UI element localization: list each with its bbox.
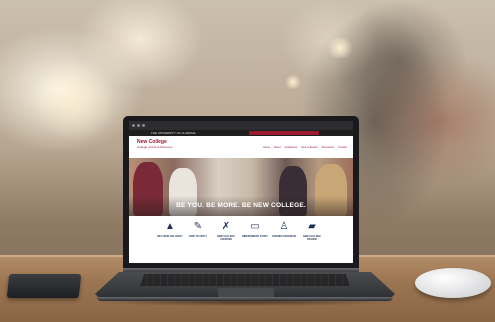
window-control-icon[interactable] — [132, 124, 135, 127]
nav-item[interactable]: Resources — [322, 146, 334, 149]
quick-link-label: NEW COLLEGE COURSES — [217, 235, 235, 241]
quick-link-label: NEW COLLEGE REVIEW — [303, 235, 321, 241]
window-control-icon[interactable] — [137, 124, 140, 127]
site-header: New College College of Arts & Sciences H… — [129, 136, 353, 158]
ceiling-light — [284, 75, 302, 89]
main-nav: Home About Academics New & Events Resour… — [263, 146, 347, 149]
hero-tagline: BE YOU. BE MORE. BE NEW COLLEGE. — [176, 202, 306, 209]
search-field[interactable] — [249, 131, 319, 135]
laptop-touchpad — [218, 288, 274, 297]
quick-link-apply[interactable]: ✎ HOW TO APPLY — [185, 221, 211, 238]
quick-link-label: HOW TO APPLY — [188, 235, 208, 238]
nav-item[interactable]: Academics — [285, 146, 298, 149]
nav-item[interactable]: New & Events — [301, 146, 317, 149]
quick-link-label: WHY NEW COLLEGE? — [157, 235, 183, 238]
nav-item[interactable]: Home — [263, 146, 270, 149]
quick-link-label: SCIENCE PROGRAM — [272, 235, 296, 238]
laptop-hinge — [123, 268, 359, 272]
laptop-keyboard — [140, 274, 350, 286]
quick-link-study[interactable]: ▭ INDEPENDENT STUDY — [242, 221, 268, 238]
laptop-base-edge — [97, 297, 393, 301]
nav-item[interactable]: About — [274, 146, 281, 149]
figure-icon: ✗ — [221, 221, 231, 232]
monitor-icon: ▭ — [250, 221, 260, 232]
window-control-icon[interactable] — [142, 124, 145, 127]
laptop-screen: THE UNIVERSITY OF ALABAMA New College Co… — [123, 116, 359, 268]
quick-link-why[interactable]: ▲ WHY NEW COLLEGE? — [157, 221, 183, 238]
quick-links: ▲ WHY NEW COLLEGE? ✎ HOW TO APPLY ✗ NEW … — [129, 217, 353, 263]
smartphone — [6, 274, 82, 298]
mountain-icon: ▲ — [165, 221, 175, 232]
book-icon: ▰ — [308, 221, 316, 232]
person-icon: ♙ — [279, 221, 289, 232]
window-glow — [30, 60, 120, 140]
hero-image: BE YOU. BE MORE. BE NEW COLLEGE. — [129, 158, 353, 216]
website-display: THE UNIVERSITY OF ALABAMA New College Co… — [129, 121, 353, 263]
ceiling-light — [325, 38, 355, 58]
browser-toolbar — [129, 121, 353, 130]
quick-link-courses[interactable]: ✗ NEW COLLEGE COURSES — [213, 221, 239, 241]
college-subtitle: College of Arts & Sciences — [137, 145, 173, 149]
form-icon: ✎ — [193, 221, 203, 232]
quick-link-review[interactable]: ▰ NEW COLLEGE REVIEW — [299, 221, 325, 241]
nav-item[interactable]: Contact — [338, 146, 347, 149]
quick-link-science[interactable]: ♙ SCIENCE PROGRAM — [271, 221, 297, 238]
computer-mouse — [415, 268, 491, 298]
quick-link-label: INDEPENDENT STUDY — [242, 235, 268, 238]
